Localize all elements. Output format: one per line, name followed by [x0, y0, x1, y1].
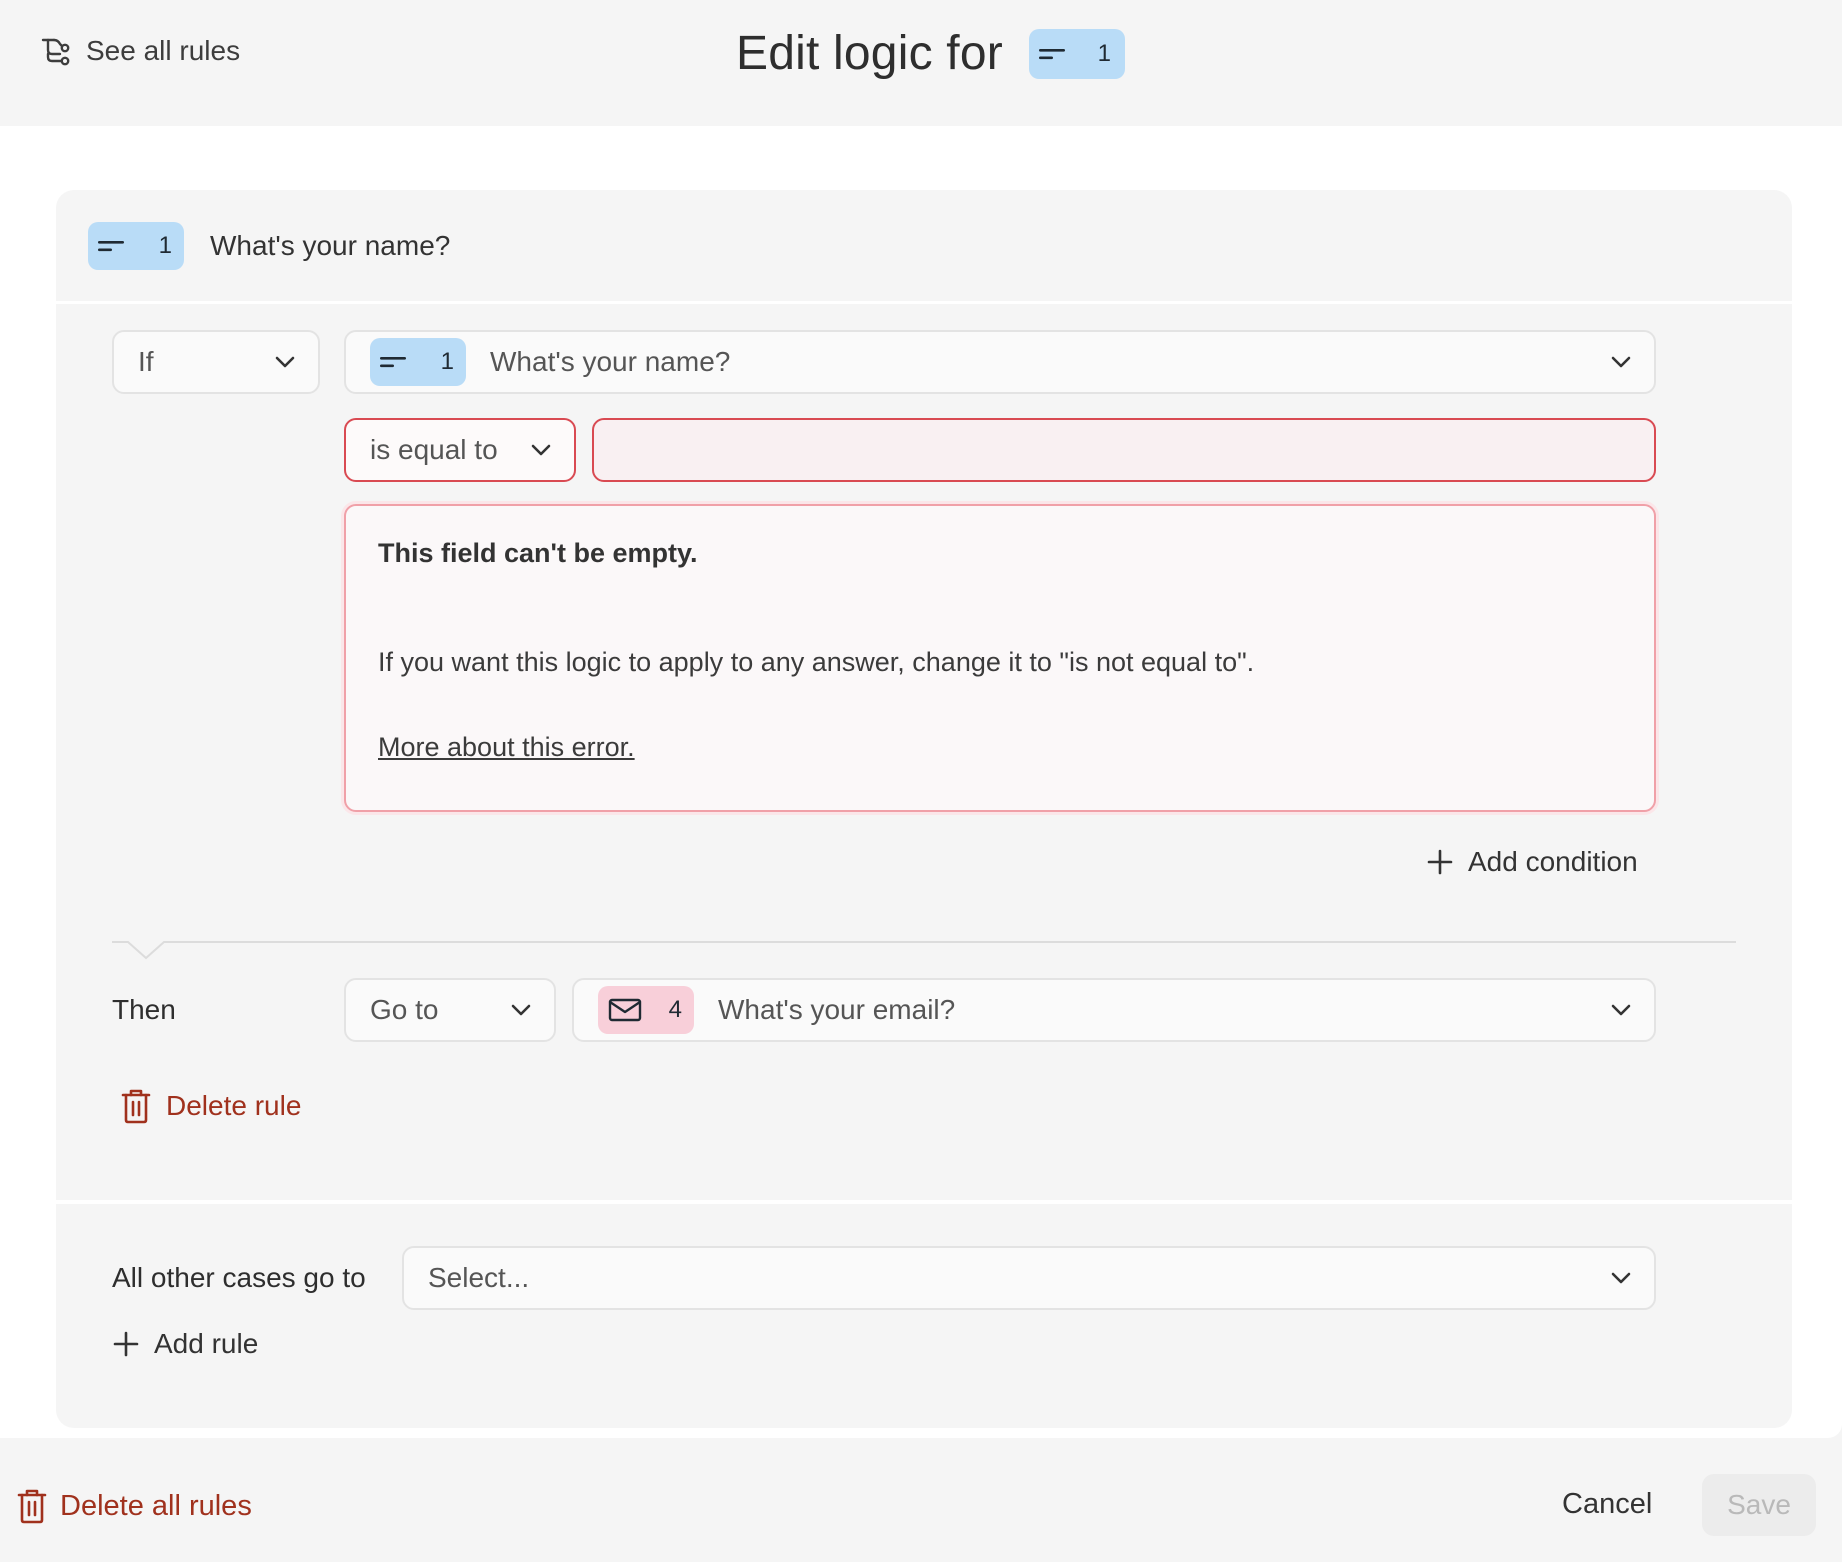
page-title: Edit logic for: [736, 27, 1003, 80]
see-all-rules-link[interactable]: See all rules: [40, 34, 240, 68]
trash-icon: [121, 1089, 151, 1124]
action-target-select[interactable]: 4 What's your email?: [572, 978, 1656, 1042]
chevron-down-icon: [1611, 356, 1631, 368]
chevron-down-icon: [1611, 1004, 1631, 1016]
page-title-group: Edit logic for 1: [736, 26, 1125, 81]
delete-all-rules-button[interactable]: Delete all rules: [16, 1488, 252, 1524]
add-condition-label: Add condition: [1468, 846, 1638, 877]
short-text-icon: [380, 357, 406, 368]
chevron-down-icon: [531, 444, 551, 456]
condition-operator-value: is equal to: [370, 434, 498, 465]
logic-branch-icon: [41, 38, 70, 66]
email-icon: [608, 998, 642, 1022]
action-type-select[interactable]: Go to: [344, 978, 556, 1042]
question-number: 4: [668, 996, 682, 1023]
short-text-icon: [1038, 48, 1065, 59]
question-badge: 4: [598, 986, 694, 1034]
error-title: This field can't be empty.: [378, 538, 698, 568]
chevron-down-icon: [511, 1004, 531, 1016]
condition-connector-value: If: [138, 346, 154, 377]
question-number: 1: [440, 348, 454, 375]
question-number: 1: [1097, 39, 1111, 67]
header: See all rules Edit logic for 1: [0, 0, 1842, 126]
question-badge: 1: [370, 338, 466, 386]
error-message-box: This field can't be empty. If you want t…: [344, 504, 1656, 812]
see-all-rules-label: See all rules: [86, 35, 241, 66]
logic-panel: 1 What's your name? If 1 What's your nam…: [0, 126, 1842, 1438]
action-type-value: Go to: [370, 994, 439, 1025]
delete-rule-button[interactable]: Delete rule: [120, 1088, 301, 1124]
error-help-link[interactable]: More about this error.: [378, 732, 635, 763]
plus-icon: [113, 1331, 139, 1357]
condition-value-input[interactable]: [592, 418, 1656, 482]
delete-rule-label: Delete rule: [166, 1090, 302, 1121]
rule-card: 1 What's your name? If 1 What's your nam…: [56, 190, 1792, 1428]
fallback-placeholder: Select...: [428, 1262, 530, 1293]
question-badge: 1: [1028, 28, 1125, 79]
chevron-down-icon: [1611, 1272, 1631, 1284]
add-rule-label: Add rule: [154, 1328, 259, 1359]
section-divider: [112, 941, 1736, 960]
action-label: Then: [112, 994, 176, 1025]
question-badge: 1: [88, 221, 184, 270]
delete-all-rules-label: Delete all rules: [60, 1489, 252, 1522]
question-title: What's your name?: [210, 229, 451, 261]
section-separator: [56, 1200, 1792, 1204]
short-text-icon: [98, 240, 124, 251]
trash-icon: [17, 1489, 47, 1524]
add-condition-button[interactable]: Add condition: [1426, 846, 1638, 878]
save-button[interactable]: Save: [1702, 1474, 1816, 1536]
fallback-target-select[interactable]: Select...: [402, 1246, 1656, 1310]
rule-question-header: 1 What's your name?: [56, 190, 1792, 304]
condition-field-select[interactable]: 1 What's your name?: [344, 330, 1656, 394]
condition-operator-select[interactable]: is equal to: [344, 418, 576, 482]
action-target-value: What's your email?: [718, 994, 956, 1025]
condition-connector-select[interactable]: If: [112, 330, 320, 394]
footer: Delete all rules Cancel Save: [0, 1438, 1842, 1562]
fallback-label: All other cases go to: [112, 1262, 366, 1293]
cancel-button[interactable]: Cancel: [1562, 1488, 1652, 1521]
chevron-down-icon: [275, 356, 295, 368]
plus-icon: [1427, 849, 1453, 875]
error-message: If you want this logic to apply to any a…: [378, 647, 1255, 677]
condition-field-value: What's your name?: [490, 346, 731, 377]
add-rule-button[interactable]: Add rule: [112, 1328, 258, 1360]
question-number: 1: [158, 231, 172, 259]
save-label: Save: [1727, 1489, 1791, 1520]
